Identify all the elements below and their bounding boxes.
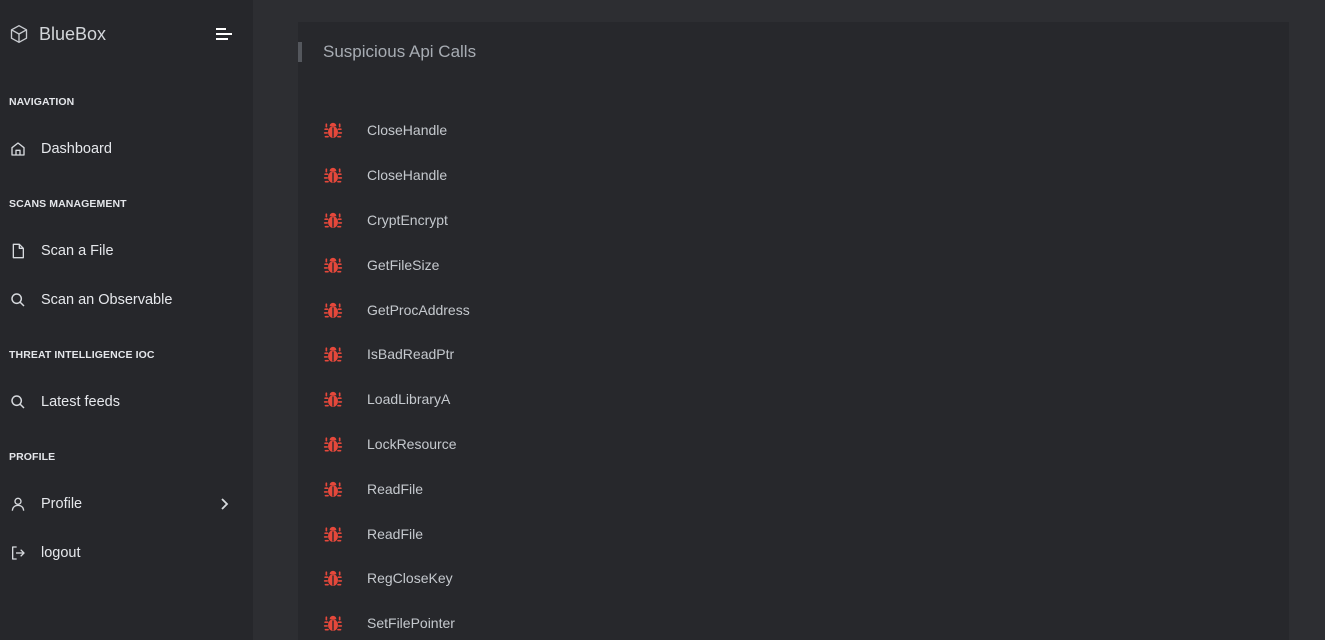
main-content: Suspicious Api Calls CloseHandle CloseHa… (253, 0, 1325, 640)
sidebar-item-label: Dashboard (41, 141, 112, 157)
bug-icon (323, 568, 343, 588)
sidebar-item-label: Scan a File (41, 243, 114, 259)
api-call-item: ReadFile (323, 511, 470, 556)
menu-toggle-icon[interactable] (214, 26, 234, 42)
search-icon (9, 393, 27, 411)
api-call-name: GetProcAddress (367, 301, 470, 318)
bug-icon (323, 120, 343, 140)
suspicious-api-card: Suspicious Api Calls CloseHandle CloseHa… (298, 22, 1289, 640)
bug-icon (323, 479, 343, 499)
nav-heading-navigation: NAVIGATION (9, 96, 75, 108)
sidebar-item-profile[interactable]: Profile (9, 490, 239, 518)
card-accent-bar (298, 42, 302, 62)
api-call-name: ReadFile (367, 525, 424, 542)
sidebar-item-latest-feeds[interactable]: Latest feeds (9, 388, 239, 416)
sidebar: BlueBox NAVIGATION Dashboard SCANS MANAG… (0, 0, 253, 640)
brand[interactable]: BlueBox (9, 22, 106, 46)
sidebar-item-logout[interactable]: logout (9, 539, 239, 567)
bug-icon (323, 165, 343, 185)
logout-icon (9, 544, 27, 562)
sidebar-item-scan-file[interactable]: Scan a File (9, 237, 239, 265)
bug-icon (323, 613, 343, 633)
card-title: Suspicious Api Calls (323, 42, 477, 61)
api-call-list: CloseHandle CloseHandle CryptEncrypt Get… (323, 108, 470, 640)
app-root: BlueBox NAVIGATION Dashboard SCANS MANAG… (0, 0, 1325, 640)
api-call-item: LoadLibraryA (323, 377, 470, 422)
api-call-name: SetFilePointer (367, 615, 455, 632)
cube-icon (9, 24, 29, 44)
bug-icon (323, 434, 343, 454)
api-call-name: LockResource (367, 435, 457, 452)
bug-icon (323, 210, 343, 230)
nav-heading-scans-management: SCANS MANAGEMENT (9, 198, 127, 210)
sidebar-item-label: Profile (41, 496, 83, 512)
sidebar-item-dashboard[interactable]: Dashboard (9, 135, 239, 163)
api-call-name: CloseHandle (367, 167, 448, 184)
sidebar-item-label: logout (41, 545, 81, 561)
api-call-name: IsBadReadPtr (367, 346, 455, 363)
bug-icon (323, 255, 343, 275)
api-call-name: ReadFile (367, 480, 424, 497)
brand-name: BlueBox (39, 23, 107, 44)
api-call-name: CloseHandle (367, 122, 448, 139)
api-call-item: SetFilePointer (323, 601, 470, 640)
api-call-item: CryptEncrypt (323, 198, 470, 243)
api-call-item: LockResource (323, 422, 470, 467)
file-icon (9, 242, 27, 260)
sidebar-item-label: Latest feeds (41, 394, 120, 410)
api-call-item: GetFileSize (323, 242, 470, 287)
api-call-item: GetProcAddress (323, 287, 470, 332)
api-call-name: GetFileSize (367, 256, 440, 273)
chevron-right-icon (217, 497, 231, 511)
sidebar-item-scan-observable[interactable]: Scan an Observable (9, 286, 239, 314)
api-call-item: ReadFile (323, 466, 470, 511)
sidebar-item-label: Scan an Observable (41, 292, 173, 308)
api-call-name: CryptEncrypt (367, 211, 448, 228)
user-icon (9, 495, 27, 513)
api-call-item: CloseHandle (323, 108, 470, 153)
search-icon (9, 291, 27, 309)
api-call-item: RegCloseKey (323, 556, 470, 601)
bug-icon (323, 344, 343, 364)
bug-icon (323, 524, 343, 544)
api-call-item: CloseHandle (323, 153, 470, 198)
api-call-name: RegCloseKey (367, 570, 453, 587)
home-icon (9, 140, 27, 158)
api-call-item: IsBadReadPtr (323, 332, 470, 377)
api-call-name: LoadLibraryA (367, 391, 451, 408)
nav-heading-threat-intel: THREAT INTELLIGENCE IOC (9, 349, 155, 361)
nav-heading-profile: PROFILE (9, 451, 56, 463)
bug-icon (323, 300, 343, 320)
bug-icon (323, 389, 343, 409)
